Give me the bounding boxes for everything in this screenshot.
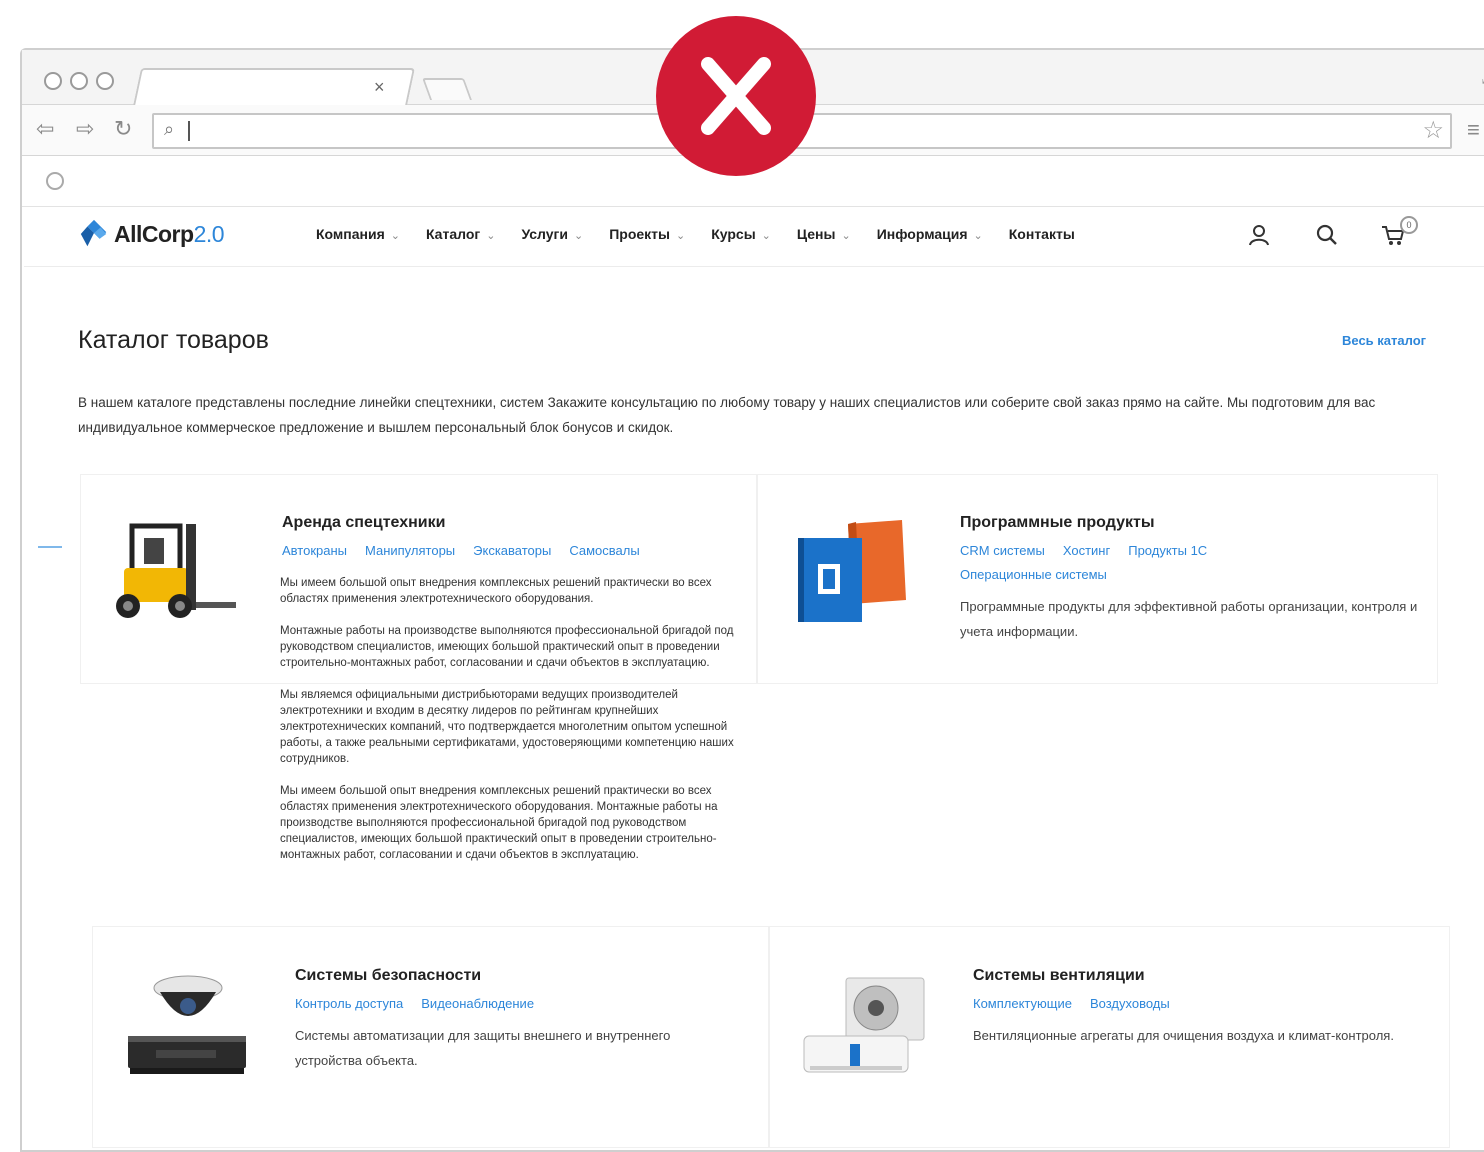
chevron-down-icon: ⌄ — [675, 230, 686, 242]
reload-icon[interactable]: ↻ — [114, 117, 132, 141]
cart-count-badge: 0 — [1400, 216, 1418, 234]
card-link[interactable]: Контроль доступа — [295, 996, 403, 1011]
window-minimize-dot[interactable] — [70, 72, 88, 90]
card-paragraph: Мы имеем большой опыт внедрения комплекс… — [280, 577, 712, 605]
chevron-down-icon: ⌄ — [486, 230, 496, 242]
card-link[interactable]: Воздуховоды — [1090, 996, 1170, 1011]
card-title[interactable]: Аренда спецтехники — [282, 514, 445, 532]
browser-menu-icon[interactable]: ≡ — [1467, 117, 1480, 143]
card-link[interactable]: Операционные системы — [960, 567, 1107, 582]
card-title[interactable]: Системы безопасности — [295, 967, 481, 985]
forward-arrow-icon[interactable]: ⇨ — [76, 117, 94, 141]
close-x-icon — [701, 57, 771, 135]
nav-item-catalog[interactable]: Каталог ⌄ — [426, 226, 495, 242]
page-title: Каталог товаров — [78, 326, 269, 354]
chevron-down-icon: ⌄ — [390, 230, 400, 242]
card-paragraph: Монтажные работы на производстве выполня… — [280, 625, 734, 669]
error-badge — [656, 16, 816, 176]
nav-item-services[interactable]: Услуги ⌄ — [521, 226, 583, 242]
logo-text: AllCorp2.0 — [114, 220, 225, 247]
chevron-down-icon: ⌄ — [761, 230, 771, 242]
card-link[interactable]: Хостинг — [1063, 543, 1110, 558]
logo[interactable]: AllCorp2.0 — [78, 218, 225, 250]
security-camera-image — [128, 975, 246, 1074]
tab-close-icon[interactable]: × — [374, 78, 385, 96]
text-caret — [188, 121, 190, 141]
window-close-dot[interactable] — [44, 72, 62, 90]
card-links: Контроль доступа Видеонаблюдение — [295, 992, 755, 1016]
card-links: Комплектующие Воздуховоды — [973, 992, 1433, 1016]
card-link[interactable]: Видеонаблюдение — [421, 996, 534, 1011]
site-header: AllCorp2.0 Компания ⌄ Каталог ⌄ Услуги ⌄ Пр… — [24, 210, 1484, 267]
main-nav: Компания ⌄ Каталог ⌄ Услуги ⌄ Проекты ⌄ Курс… — [316, 226, 1101, 242]
card-links: Автокраны Манипуляторы Экскаваторы Самосвал… — [282, 539, 752, 563]
forklift-image — [116, 523, 236, 618]
back-arrow-icon[interactable]: ⇦ — [36, 117, 54, 141]
card-link[interactable]: Манипуляторы — [365, 543, 455, 558]
window-maximize-dot[interactable] — [96, 72, 114, 90]
bookmark-star-icon[interactable]: ☆ — [1422, 116, 1444, 145]
logo-mark-icon — [80, 219, 107, 247]
card-title[interactable]: Системы вентиляции — [973, 967, 1145, 985]
bookmark-circle-icon[interactable] — [46, 172, 64, 190]
new-tab-button[interactable] — [421, 78, 473, 100]
software-box-image — [798, 520, 906, 622]
nav-item-contacts[interactable]: Контакты — [1009, 226, 1075, 242]
catalog-intro: В нашем каталоге представлены последние … — [78, 395, 1376, 435]
search-icon: ⌕ — [164, 119, 175, 139]
card-title[interactable]: Программные продукты — [960, 514, 1154, 532]
card-description: Системы автоматизации для защиты внешнег… — [295, 1028, 671, 1068]
card-link[interactable]: Автокраны — [282, 543, 347, 558]
card-description: Вентиляционные агрегаты для очищения воз… — [973, 1028, 1394, 1043]
nav-item-projects[interactable]: Проекты ⌄ — [609, 226, 685, 242]
search-icon[interactable] — [1314, 222, 1340, 248]
chevron-down-icon: ⌄ — [573, 230, 584, 242]
card-description: Программные продукты для эффективной раб… — [960, 599, 1418, 639]
card-link[interactable]: Самосвалы — [569, 543, 639, 558]
card-links: CRM системы Хостинг Продукты 1С Операционны… — [960, 539, 1280, 587]
card-link[interactable]: Экскаваторы — [473, 543, 551, 558]
browser-tab[interactable] — [132, 68, 416, 106]
accent-line — [38, 546, 62, 548]
card-paragraph: Мы являемся официальными дистрибьюторами… — [280, 689, 734, 765]
card-link[interactable]: Продукты 1С — [1128, 543, 1207, 558]
nav-item-prices[interactable]: Цены ⌄ — [797, 226, 851, 242]
nav-item-courses[interactable]: Курсы ⌄ — [711, 226, 771, 242]
air-conditioner-image — [803, 977, 925, 1073]
nav-item-info[interactable]: Информация ⌄ — [877, 226, 983, 242]
card-paragraph: Мы имеем большой опыт внедрения комплекс… — [280, 785, 718, 861]
chevron-down-icon: ⌄ — [841, 230, 851, 242]
card-link[interactable]: Комплектующие — [973, 996, 1072, 1011]
user-icon[interactable] — [1246, 222, 1272, 248]
card-link[interactable]: CRM системы — [960, 543, 1045, 558]
card-description: Мы имеем большой опыт внедрения комплекс… — [280, 575, 748, 879]
nav-item-company[interactable]: Компания ⌄ — [316, 226, 400, 242]
all-catalog-link[interactable]: Весь каталог — [1342, 333, 1426, 348]
chevron-down-icon: ⌄ — [973, 230, 983, 242]
